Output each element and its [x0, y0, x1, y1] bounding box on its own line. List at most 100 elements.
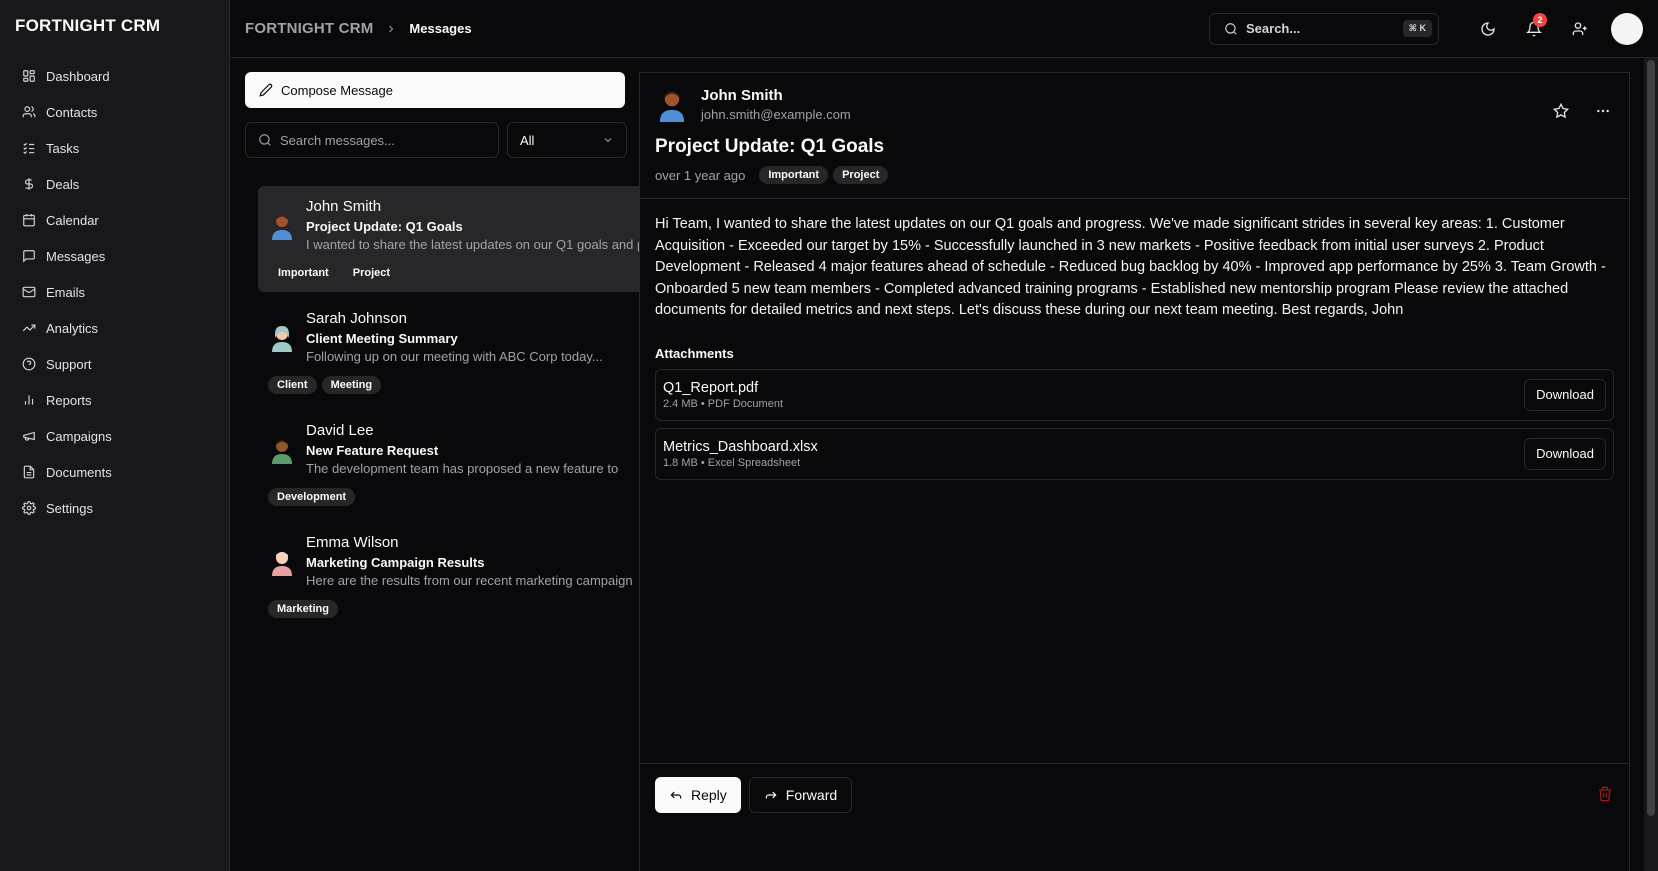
dollar-icon [22, 177, 36, 191]
attachment-info: Q1_Report.pdf 2.4 MB • PDF Document [663, 380, 783, 410]
search-shortcut: ⌘ K [1402, 20, 1432, 37]
sidebar-item-dashboard[interactable]: Dashboard [0, 58, 229, 94]
sidebar-item-messages[interactable]: Messages [0, 238, 229, 274]
attachment-meta: 2.4 MB • PDF Document [663, 397, 784, 410]
list-item[interactable]: Emma Wilson Marketing Campaign Results H… [258, 522, 639, 628]
theme-toggle-button[interactable] [1469, 10, 1507, 48]
breadcrumb-root[interactable]: FORTNIGHT CRM [245, 20, 373, 37]
message-preview: I wanted to share the latest updates on … [306, 237, 639, 252]
reply-button[interactable]: Reply [655, 777, 741, 813]
download-button[interactable]: Download [1524, 378, 1606, 411]
breadcrumb-current: Messages [409, 21, 472, 36]
avatar [272, 440, 292, 464]
sidebar-item-label: Calendar [46, 212, 99, 228]
help-icon [22, 357, 36, 371]
sidebar-item-label: Emails [46, 284, 86, 300]
moon-icon [1481, 21, 1495, 36]
chevron-right-icon [385, 23, 397, 35]
sender-name: Sarah Johnson [306, 310, 407, 327]
main-area: FORTNIGHT CRM Messages Search... ⌘ K 2 C… [230, 0, 1658, 871]
avatar [272, 552, 292, 576]
message-subject: Project Update: Q1 Goals [306, 219, 463, 234]
sender-email: john.smith@example.com [701, 107, 851, 122]
megaphone-icon [22, 429, 36, 443]
avatar[interactable] [1611, 12, 1643, 45]
sender-name: Emma Wilson [306, 534, 399, 551]
sidebar-item-label: Tasks [46, 140, 80, 156]
trash-icon[interactable] [1597, 786, 1613, 802]
download-button[interactable]: Download [1524, 437, 1606, 470]
sidebar-item-documents[interactable]: Documents [0, 454, 229, 490]
pencil-icon [259, 83, 273, 97]
sidebar-item-calendar[interactable]: Calendar [0, 202, 229, 238]
calendar-icon [22, 213, 36, 227]
search-icon [258, 133, 272, 147]
message-preview: The development team has proposed a new … [306, 461, 619, 476]
sidebar-item-label: Support [46, 356, 92, 372]
sidebar-item-emails[interactable]: Emails [0, 274, 229, 310]
sidebar-item-label: Reports [46, 392, 92, 408]
sidebar-item-settings[interactable]: Settings [0, 490, 229, 526]
attachment-name: Metrics_Dashboard.xlsx [663, 438, 818, 455]
gear-icon [22, 501, 36, 515]
message-tags: Marketing [268, 600, 639, 618]
message-filter-select[interactable]: All [507, 122, 627, 158]
sidebar-nav: Dashboard Contacts Tasks Deals Calendar … [0, 52, 229, 526]
message-tags: Important Project [268, 264, 639, 282]
forward-button[interactable]: Forward [748, 777, 853, 813]
sidebar-item-label: Campaigns [46, 428, 112, 444]
list-item-text: John Smith Project Update: Q1 Goals I wa… [306, 198, 639, 252]
list-item-row: Emma Wilson Marketing Campaign Results H… [268, 534, 639, 588]
star-button[interactable] [1545, 95, 1577, 127]
sidebar-item-tasks[interactable]: Tasks [0, 130, 229, 166]
sidebar-item-campaigns[interactable]: Campaigns [0, 418, 229, 454]
list-item-text: Sarah Johnson Client Meeting Summary Fol… [306, 310, 639, 364]
sidebar-item-label: Settings [46, 500, 93, 516]
sidebar-item-support[interactable]: Support [0, 346, 229, 382]
list-item[interactable]: John Smith Project Update: Q1 Goals I wa… [258, 186, 639, 292]
forward-label: Forward [785, 787, 838, 803]
breadcrumb: FORTNIGHT CRM Messages [245, 20, 472, 37]
message-detail: John Smith john.smith@example.com Projec… [639, 72, 1630, 871]
list-item[interactable]: Sarah Johnson Client Meeting Summary Fol… [258, 298, 639, 404]
message-footer: Reply Forward [640, 763, 1629, 871]
message-icon [22, 249, 36, 263]
sidebar-item-reports[interactable]: Reports [0, 382, 229, 418]
add-user-button[interactable] [1561, 10, 1599, 48]
tag-important: Important [278, 267, 329, 279]
sender-text: John Smith john.smith@example.com [701, 87, 851, 122]
sidebar-item-label: Documents [46, 464, 112, 480]
global-search[interactable]: Search... ⌘ K [1209, 12, 1439, 45]
filter-value: All [520, 132, 535, 148]
sidebar-item-deals[interactable]: Deals [0, 166, 229, 202]
compose-message-button[interactable]: Compose Message [245, 72, 625, 108]
scrollbar[interactable] [1644, 58, 1658, 871]
message-search-input[interactable] [280, 132, 480, 148]
message-tags: Client Meeting [268, 376, 639, 394]
message-preview: Following up on our meeting with ABC Cor… [306, 349, 603, 364]
sidebar-item-analytics[interactable]: Analytics [0, 310, 229, 346]
user-plus-icon [1572, 21, 1587, 35]
tag-marketing: Marketing [268, 600, 338, 618]
global-search-placeholder: Search... [1246, 21, 1301, 36]
notifications-button[interactable]: 2 [1515, 10, 1553, 48]
tag-meeting: Meeting [321, 376, 382, 394]
message-body: Hi Team, I wanted to share the latest up… [640, 199, 1629, 763]
message-subject: New Feature Request [306, 443, 439, 458]
compose-message-label: Compose Message [281, 82, 393, 98]
message-filters: All [245, 122, 639, 158]
more-options-button[interactable] [1587, 95, 1619, 127]
message-body-text: Hi Team, I wanted to share the latest up… [655, 216, 1606, 318]
attachment-name: Q1_Report.pdf [663, 379, 759, 396]
list-item-row: John Smith Project Update: Q1 Goals I wa… [268, 198, 639, 252]
sidebar-item-label: Dashboard [46, 68, 110, 84]
message-detail-header: John Smith john.smith@example.com Projec… [640, 73, 1629, 199]
list-item[interactable]: David Lee New Feature Request The develo… [258, 410, 639, 516]
sidebar-item-contacts[interactable]: Contacts [0, 94, 229, 130]
tag-development: Development [268, 488, 356, 506]
scrollbar-thumb[interactable] [1647, 60, 1655, 816]
brand-logo[interactable]: FORTNIGHT CRM [0, 0, 229, 52]
message-list-panel: Compose Message All [230, 58, 639, 871]
tasks-icon [22, 141, 36, 155]
dashboard-icon [22, 69, 36, 83]
